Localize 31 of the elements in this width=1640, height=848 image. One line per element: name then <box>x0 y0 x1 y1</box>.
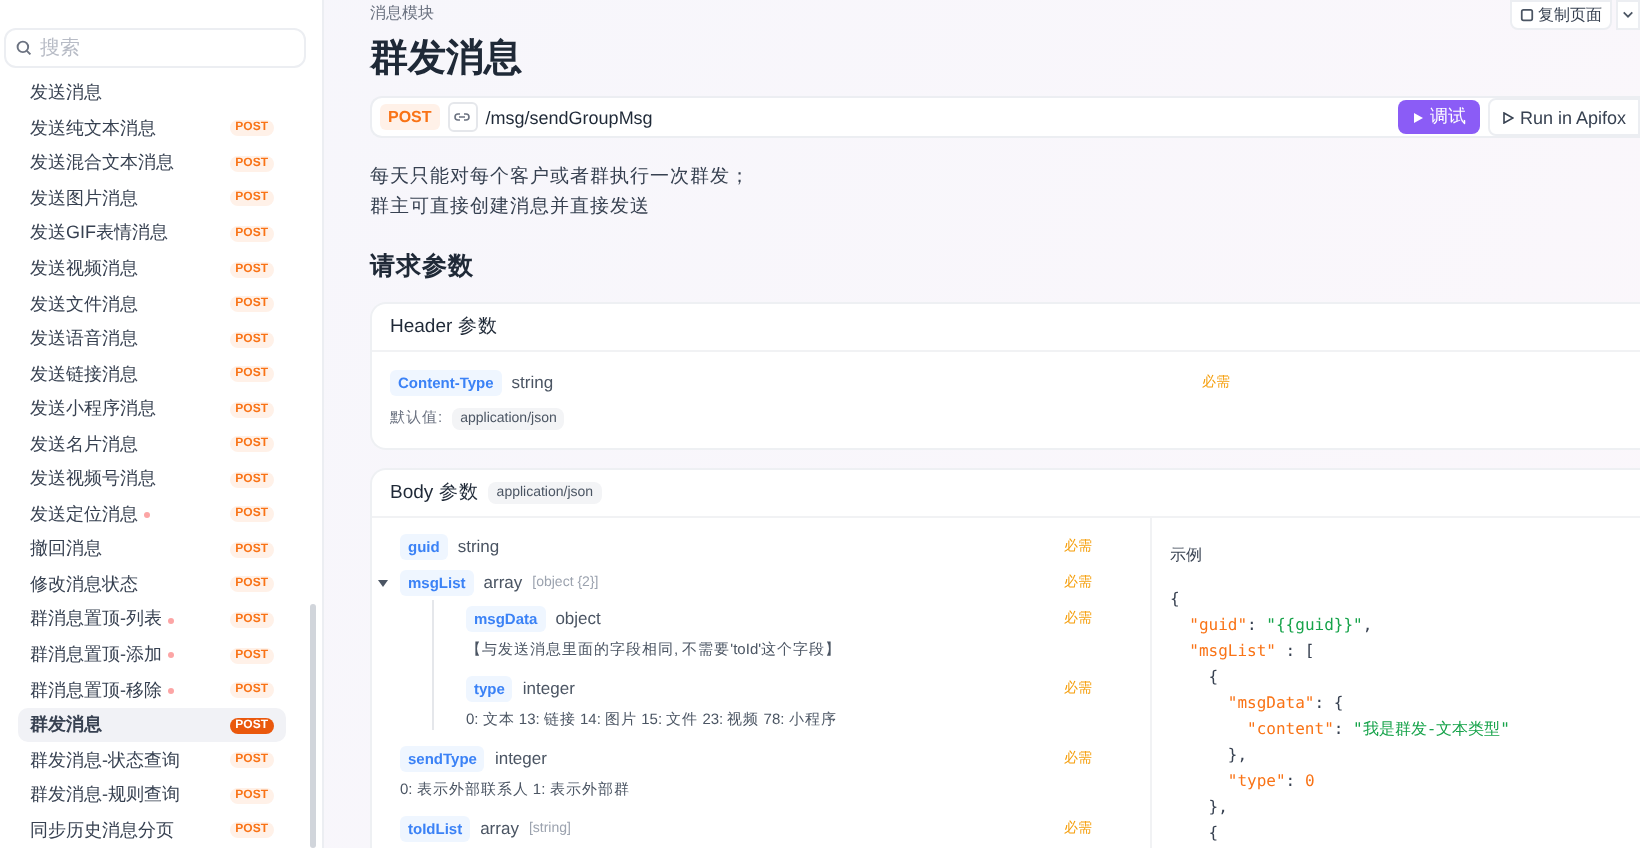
debug-button[interactable]: 调试 <box>1397 100 1480 134</box>
dropdown-button[interactable] <box>1616 0 1640 30</box>
play-icon <box>1411 111 1424 123</box>
card-title: Header 参数 <box>390 314 498 340</box>
param-type: object <box>555 608 601 628</box>
search-icon <box>16 40 32 56</box>
link-icon[interactable] <box>447 102 478 132</box>
method-tag: POST <box>380 104 440 130</box>
nav-item[interactable]: 发送消息 <box>18 76 286 112</box>
param-type: integer <box>522 678 575 698</box>
copy-icon <box>1520 8 1534 22</box>
param-type: integer <box>494 748 547 768</box>
description-text: 每天只能对每个客户或者群执行一次群发； <box>370 164 752 192</box>
caret-icon[interactable] <box>378 578 388 588</box>
card-title: Body 参数 <box>390 480 479 506</box>
param-type: string <box>511 372 554 392</box>
chevron-down-icon <box>1622 10 1634 20</box>
section-heading: 请求参数 <box>370 250 476 284</box>
description-text: 群主可直接创建消息并直接发送 <box>370 194 652 222</box>
play-icon <box>1501 111 1514 123</box>
example-title: 示例 <box>1170 544 1204 566</box>
param-type: array <box>483 572 523 592</box>
param-type: string <box>457 536 500 556</box>
run-button[interactable]: Run in Apifox <box>1487 98 1640 136</box>
code-example: { "guid": "{{guid}}", "msgList" : [ { "msgData": { "content": "我是群发-文本类型" }, "type": 0 }, { <box>1170 588 1512 846</box>
breadcrumb[interactable]: 消息模块 <box>370 2 434 24</box>
param-type: array <box>480 818 519 838</box>
search-field[interactable]: 搜索 <box>4 28 306 68</box>
page-title: 群发消息 <box>370 36 524 84</box>
endpoint-path: /msg/sendGroupMsg <box>485 107 655 127</box>
copy-page-button[interactable]: 复制页面 <box>1510 0 1612 30</box>
